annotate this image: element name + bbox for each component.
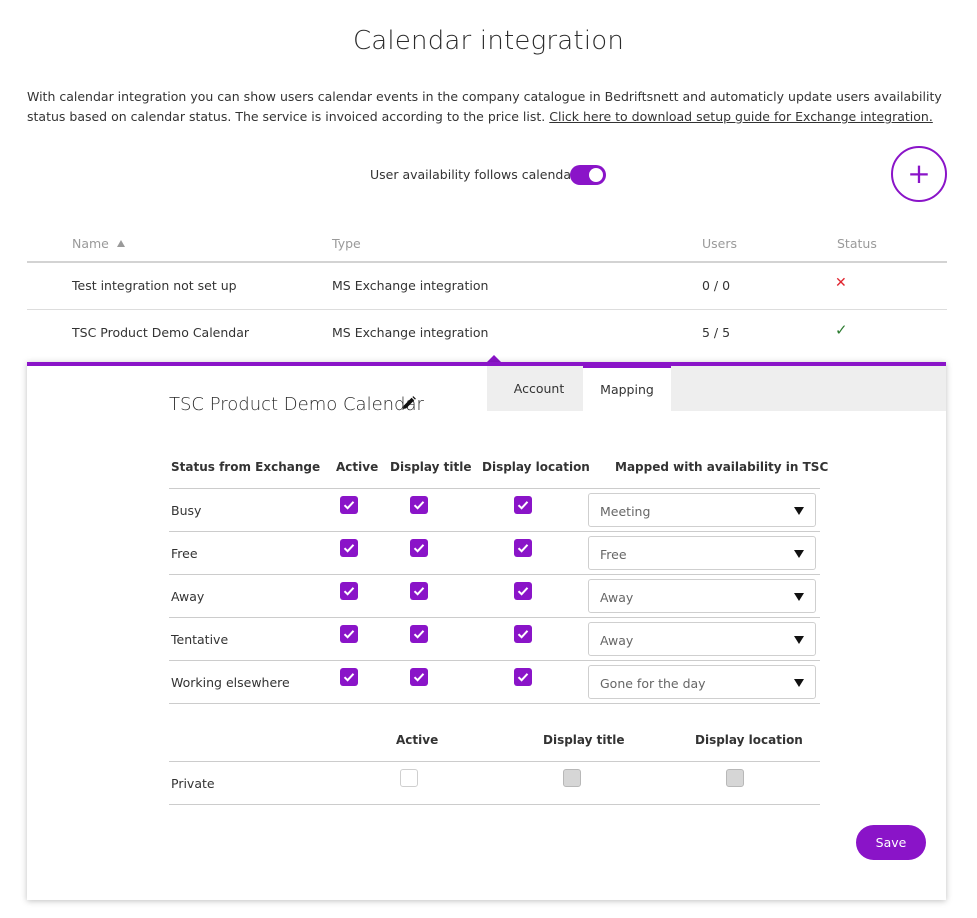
select-value: Free [600,547,627,562]
mapping-divider [169,531,820,532]
free-display-title-checkbox[interactable] [410,539,428,557]
private-divider [169,804,820,805]
mapping-divider [169,488,820,489]
busy-active-checkbox[interactable] [340,496,358,514]
mapping-status-away: Away [171,589,205,604]
pencil-icon[interactable] [401,395,417,411]
column-header-name-label: Name [72,236,109,251]
tentative-display-location-checkbox[interactable] [514,625,532,643]
dropdown-arrow-icon [794,636,804,644]
away-display-title-checkbox[interactable] [410,582,428,600]
busy-mapped-select[interactable]: Meeting [588,493,816,527]
mapping-status-tentative: Tentative [171,632,229,647]
busy-display-title-checkbox[interactable] [410,496,428,514]
mapping-status-free: Free [171,546,198,561]
availability-toggle[interactable] [570,165,606,185]
toggle-knob [589,168,603,182]
row-type: MS Exchange integration [332,325,489,340]
save-button[interactable]: Save [856,825,926,860]
status-ok-icon: ✓ [835,321,848,339]
free-mapped-select[interactable]: Free [588,536,816,570]
tentative-display-title-checkbox[interactable] [410,625,428,643]
private-divider [169,761,820,762]
column-header-type[interactable]: Type [332,236,361,251]
sort-up-icon [116,240,125,247]
mapping-divider [169,660,820,661]
plus-icon: + [907,157,931,190]
working-elsewhere-active-checkbox[interactable] [340,668,358,686]
tentative-active-checkbox[interactable] [340,625,358,643]
private-header-active: Active [396,733,439,747]
panel-caret [487,355,501,362]
tab-account[interactable]: Account [496,366,582,411]
mapping-status-busy: Busy [171,503,202,518]
free-active-checkbox[interactable] [340,539,358,557]
page-title: Calendar integration [352,26,625,56]
working-elsewhere-display-location-checkbox[interactable] [514,668,532,686]
dropdown-arrow-icon [794,507,804,515]
working-elsewhere-mapped-select[interactable]: Gone for the day [588,665,816,699]
column-header-name[interactable]: Name [72,236,125,251]
working-elsewhere-display-title-checkbox[interactable] [410,668,428,686]
select-value: Away [600,590,634,605]
table-row[interactable]: Test integration not set up MS Exchange … [27,263,947,309]
busy-display-location-checkbox[interactable] [514,496,532,514]
free-display-location-checkbox[interactable] [514,539,532,557]
select-value: Meeting [600,504,651,519]
private-display-title-checkbox[interactable] [563,769,581,787]
row-users: 5 / 5 [702,325,731,340]
private-header-display-title: Display title [543,733,625,747]
away-active-checkbox[interactable] [340,582,358,600]
setup-guide-link[interactable]: Click here to download setup guide for E… [549,109,933,124]
dropdown-arrow-icon [794,679,804,687]
row-name: Test integration not set up [72,278,237,293]
mapping-divider [169,574,820,575]
away-display-location-checkbox[interactable] [514,582,532,600]
intro-text: With calendar integration you can show u… [27,87,947,127]
away-mapped-select[interactable]: Away [588,579,816,613]
dropdown-arrow-icon [794,593,804,601]
calendar-name: TSC Product Demo Calendar [169,394,424,415]
mapping-header-display-title: Display title [390,460,472,474]
mapping-divider [169,617,820,618]
add-integration-button[interactable]: + [891,146,947,202]
select-value: Away [600,633,634,648]
private-header-display-location: Display location [695,733,803,747]
mapping-header-status: Status from Exchange [171,460,321,474]
mapping-header-mapped: Mapped with availability in TSC [615,460,829,474]
row-type: MS Exchange integration [332,278,489,293]
select-value: Gone for the day [600,676,706,691]
mapping-status-working-elsewhere: Working elsewhere [171,675,290,690]
dropdown-arrow-icon [794,550,804,558]
column-header-users[interactable]: Users [702,236,737,251]
mapping-header-display-location: Display location [482,460,590,474]
status-error-icon: ✕ [835,275,847,291]
private-active-checkbox[interactable] [400,769,418,787]
column-header-status[interactable]: Status [837,236,877,251]
tentative-mapped-select[interactable]: Away [588,622,816,656]
table-row[interactable]: TSC Product Demo Calendar MS Exchange in… [27,310,947,356]
mapping-divider [169,703,820,704]
mapping-header-active: Active [336,460,379,474]
row-name: TSC Product Demo Calendar [72,325,250,340]
row-users: 0 / 0 [702,278,731,293]
availability-toggle-label: User availability follows calendar [370,167,577,182]
private-label: Private [171,776,215,791]
tab-mapping[interactable]: Mapping [583,366,671,411]
private-display-location-checkbox[interactable] [726,769,744,787]
